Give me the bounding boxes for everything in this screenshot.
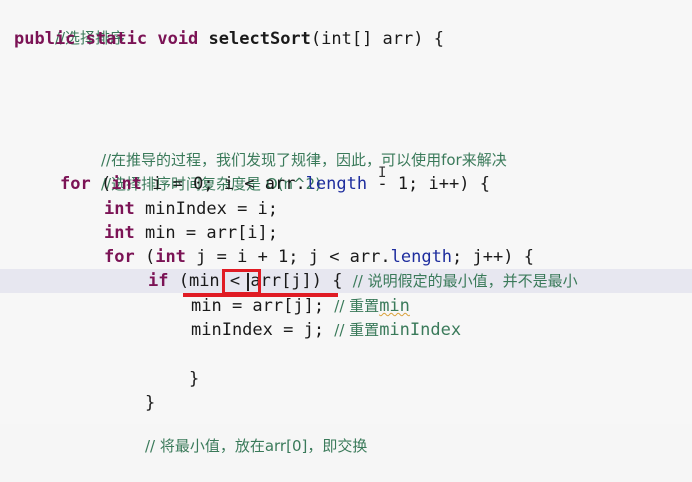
code-line-1: //选择排序: [14, 2, 125, 47]
code-line-2: public static void selectSort(int[] arr)…: [14, 27, 444, 51]
code-line-9-current: if (min < arr[j]) { // 说明假定的最小值，并不是最小: [0, 269, 692, 293]
code-text: i = 0; i < arr.: [141, 174, 306, 194]
highlight-box: [222, 269, 261, 295]
code-line-14: // 将最小值，放在arr[0]，即交换: [104, 410, 367, 455]
code-line-7: int min = arr[i];: [104, 221, 278, 245]
code-line-8: for (int j = i + 1; j < arr.length; j++)…: [104, 245, 534, 269]
field-name: length: [390, 247, 453, 267]
field-name: length: [305, 174, 368, 194]
comment: // 将最小值，放在arr[0]，即交换: [144, 437, 368, 455]
code-text: j = i + 1; j < arr.: [185, 247, 391, 267]
highlight-underline: [183, 293, 338, 297]
code-text: minIndex = j;: [191, 320, 335, 340]
keyword: for: [60, 174, 91, 194]
code-line-6: int minIndex = i;: [104, 197, 278, 221]
keyword: static: [85, 29, 148, 49]
code-line-10: min = arr[j]; // 重置min: [191, 294, 410, 318]
keyword: int: [104, 223, 135, 243]
code-text: (: [90, 174, 112, 194]
code-editor[interactable]: //选择排序 public static void selectSort(int…: [0, 0, 692, 455]
code-line-3: //在推导的过程，我们发现了规律，因此，可以使用for来解决: [60, 124, 507, 169]
code-text: minIndex = i;: [134, 199, 279, 219]
code-text: ; j++) {: [452, 247, 534, 267]
comment: // 重置: [334, 297, 380, 315]
keyword: if: [148, 271, 169, 291]
keyword: void: [157, 29, 199, 49]
code-text: (: [134, 247, 156, 267]
keyword: for: [104, 247, 135, 267]
code-line-11: minIndex = j; // 重置minIndex: [191, 318, 461, 342]
comment-var: minIndex: [379, 320, 462, 340]
keyword: public: [14, 29, 76, 49]
code-line-4: //选择排序时间复杂度是 O(n^2): [60, 148, 321, 193]
code-text: min = arr[j];: [191, 296, 335, 316]
code-text: min = arr[i];: [134, 223, 279, 243]
caret: [247, 273, 249, 291]
code-text: (int[] arr) {: [310, 29, 444, 49]
code-line-13: }: [104, 367, 155, 413]
keyword: int: [104, 199, 135, 219]
code-line-5: for (int i = 0; i < arr.length - 1; i++)…: [60, 172, 490, 196]
comment: // 重置: [334, 321, 380, 339]
method-name: selectSort: [208, 29, 311, 49]
text-cursor-icon: I: [378, 165, 387, 181]
closing-brace: }: [188, 369, 200, 389]
keyword: int: [155, 247, 186, 267]
keyword: int: [111, 174, 142, 194]
code-line-12: }: [148, 343, 199, 389]
comment-var: min: [379, 296, 410, 316]
comment: // 说明假定的最小值，并不是最小: [352, 272, 578, 290]
